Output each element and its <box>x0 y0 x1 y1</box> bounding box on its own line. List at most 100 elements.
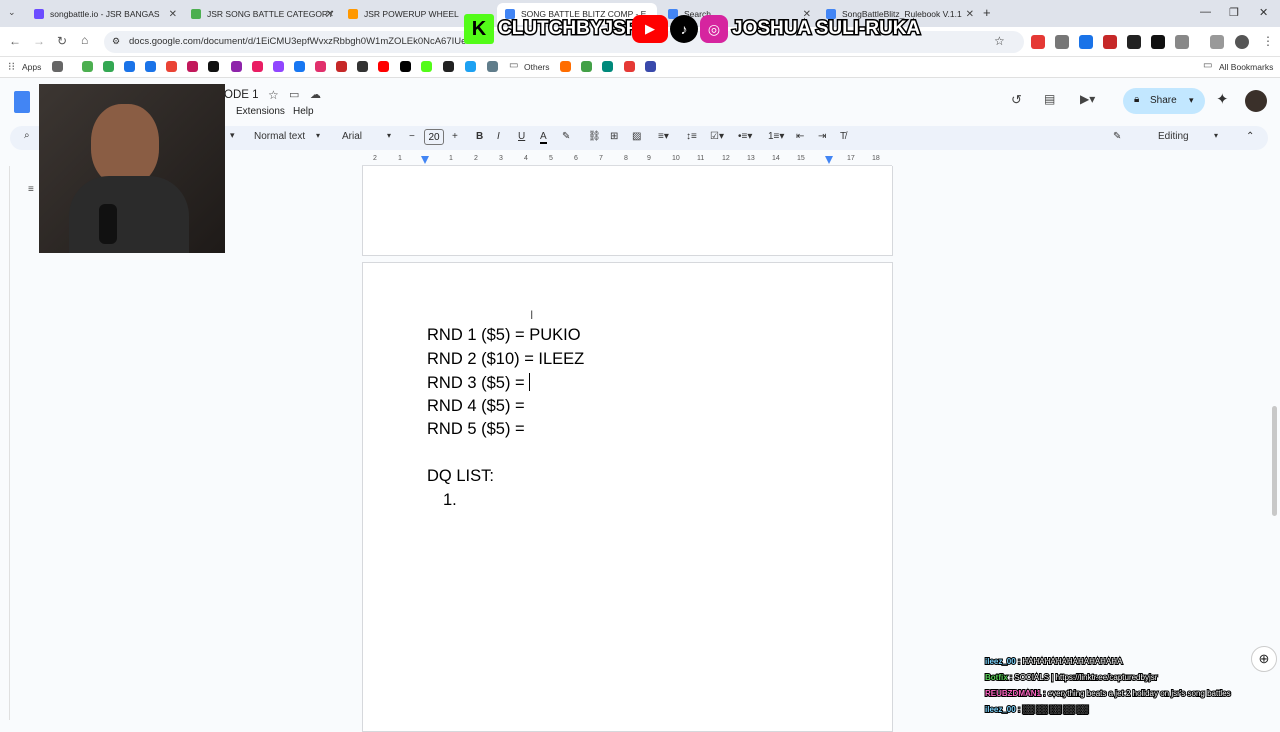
insert-link-icon[interactable]: ⛓ <box>588 131 601 142</box>
bookmark-star-icon[interactable]: ☆ <box>994 34 1005 48</box>
x-bookmark-icon[interactable] <box>400 61 411 72</box>
extension-icon[interactable] <box>1127 35 1141 49</box>
facebook-bookmark-icon[interactable] <box>294 61 305 72</box>
close-window-icon[interactable]: ✕ <box>1259 6 1268 19</box>
bookmark-folder-others[interactable]: Others <box>524 62 550 72</box>
left-indent-marker[interactable] <box>421 156 429 164</box>
comments-icon[interactable]: ▤ <box>1044 92 1055 106</box>
back-icon[interactable]: ← <box>9 34 21 48</box>
doc-line-round-2[interactable]: RND 2 ($10) = ILEEZ <box>427 350 584 369</box>
bookmark-icon[interactable] <box>560 61 571 72</box>
version-history-icon[interactable]: ↺ <box>1011 92 1022 108</box>
home-icon[interactable]: ⌂ <box>81 33 88 47</box>
bookmark-icon[interactable] <box>103 61 114 72</box>
twitch-bookmark-icon[interactable] <box>273 61 284 72</box>
decrease-indent-icon[interactable]: ⇤ <box>796 131 804 142</box>
checklist-icon[interactable]: ☑▾ <box>710 131 724 142</box>
paragraph-style-select[interactable]: Normal text <box>254 131 305 142</box>
maximize-icon[interactable]: ❐ <box>1229 6 1239 19</box>
chevron-down-icon[interactable]: ▾ <box>1214 131 1218 140</box>
bookmark-icon[interactable] <box>581 61 592 72</box>
doc-line-round-4[interactable]: RND 4 ($5) = <box>427 397 525 416</box>
profile-avatar[interactable] <box>1235 35 1249 49</box>
clear-formatting-icon[interactable]: T̸ <box>840 131 846 142</box>
document-scrollbar[interactable] <box>1272 406 1277 516</box>
bookmark-icon[interactable] <box>187 61 198 72</box>
text-color-button[interactable]: A <box>540 131 547 144</box>
move-folder-icon[interactable]: ▭ <box>289 88 299 101</box>
adblock-extension-icon[interactable] <box>1031 35 1045 49</box>
menu-extensions[interactable]: Extensions <box>236 106 285 117</box>
font-size-input[interactable]: 20 <box>424 129 444 145</box>
decrease-font-button[interactable]: − <box>409 131 415 142</box>
site-info-icon[interactable]: ⚙ <box>112 36 120 47</box>
doc-list-item[interactable]: 1. <box>443 491 457 510</box>
insert-image-icon[interactable]: ▨ <box>632 131 641 142</box>
extension-icon[interactable] <box>1079 35 1093 49</box>
align-icon[interactable]: ≡▾ <box>658 131 669 142</box>
collapse-toolbar-icon[interactable]: ⌃ <box>1246 131 1254 142</box>
add-comment-icon[interactable]: ⊞ <box>610 131 618 142</box>
search-menus-icon[interactable]: ⌕ <box>24 130 30 141</box>
extension-icon[interactable] <box>1151 35 1165 49</box>
user-avatar[interactable] <box>1245 90 1267 112</box>
instagram-bookmark-icon[interactable] <box>315 61 326 72</box>
bookmark-icon[interactable] <box>645 61 656 72</box>
bookmark-icon[interactable] <box>487 61 498 72</box>
all-bookmarks[interactable]: All Bookmarks <box>1219 62 1273 72</box>
bookmark-icon[interactable] <box>145 61 156 72</box>
bookmark-icon[interactable] <box>252 61 263 72</box>
pdf-extension-icon[interactable] <box>1103 35 1117 49</box>
tiktok-bookmark-icon[interactable] <box>208 61 219 72</box>
close-icon[interactable]: ✕ <box>966 9 974 20</box>
gemini-icon[interactable]: ✦ <box>1216 90 1229 108</box>
increase-font-button[interactable]: + <box>452 131 458 142</box>
doc-title[interactable]: ODE 1 <box>224 89 259 101</box>
bookmark-icon[interactable] <box>624 61 635 72</box>
bookmark-icon[interactable] <box>124 61 135 72</box>
highlight-icon[interactable]: ✎ <box>562 131 570 142</box>
apps-grid-icon[interactable]: ⁝⁝ <box>8 60 15 73</box>
browser-tab[interactable]: songbattle.io - JSR BANGAS ✕ <box>26 3 181 25</box>
extensions-puzzle-icon[interactable] <box>1175 35 1189 49</box>
chevron-down-icon[interactable]: ▾ <box>1189 95 1194 106</box>
document-outline-icon[interactable]: ≡ <box>28 184 34 195</box>
right-indent-marker[interactable] <box>825 156 833 164</box>
underline-button[interactable]: U <box>518 131 525 142</box>
tab-search-icon[interactable]: ⌄ <box>8 7 16 18</box>
line-spacing-icon[interactable]: ↕≡ <box>686 131 697 142</box>
star-icon[interactable]: ☆ <box>268 88 279 102</box>
bookmark-icon[interactable] <box>443 61 454 72</box>
forward-icon[interactable]: → <box>33 34 45 48</box>
font-select[interactable]: Arial <box>342 131 362 142</box>
bookmark-icon[interactable] <box>602 61 613 72</box>
doc-line-round-1[interactable]: RND 1 ($5) = PUKIO <box>427 326 581 345</box>
document-page-previous[interactable] <box>362 166 893 256</box>
cloud-status-icon[interactable]: ☁ <box>310 88 321 101</box>
doc-line-round-5[interactable]: RND 5 ($5) = <box>427 420 525 439</box>
bookmark-icon[interactable] <box>166 61 177 72</box>
youtube-bookmark-icon[interactable] <box>378 61 389 72</box>
share-button[interactable]: 🔒︎ Share ▾ <box>1123 88 1205 114</box>
menu-help[interactable]: Help <box>293 106 314 117</box>
minimize-icon[interactable]: — <box>1200 6 1211 18</box>
explore-icon[interactable]: ⊕ <box>1251 646 1277 672</box>
docs-logo-icon[interactable] <box>14 91 30 113</box>
bold-button[interactable]: B <box>476 131 483 142</box>
bookmark-icon[interactable] <box>231 61 242 72</box>
close-icon[interactable]: ✕ <box>169 9 177 20</box>
kick-bookmark-icon[interactable] <box>421 61 432 72</box>
bookmark-apps[interactable]: Apps <box>22 62 41 72</box>
bulleted-list-icon[interactable]: •≡▾ <box>738 131 752 142</box>
media-icon[interactable] <box>1210 35 1224 49</box>
bookmark-icon[interactable] <box>52 61 63 72</box>
browser-tab[interactable]: JSR SONG BATTLE CATEGORY ✕ <box>183 3 338 25</box>
doc-dq-heading[interactable]: DQ LIST: <box>427 467 494 486</box>
chevron-down-icon[interactable]: ▾ <box>230 130 235 141</box>
chevron-down-icon[interactable]: ▾ <box>316 131 320 140</box>
chevron-down-icon[interactable]: ▾ <box>387 131 391 140</box>
editing-mode-select[interactable]: Editing <box>1158 131 1189 142</box>
reload-icon[interactable]: ↻ <box>57 34 67 48</box>
meet-icon[interactable]: ▶▾ <box>1080 92 1095 106</box>
bookmark-icon[interactable] <box>82 61 93 72</box>
